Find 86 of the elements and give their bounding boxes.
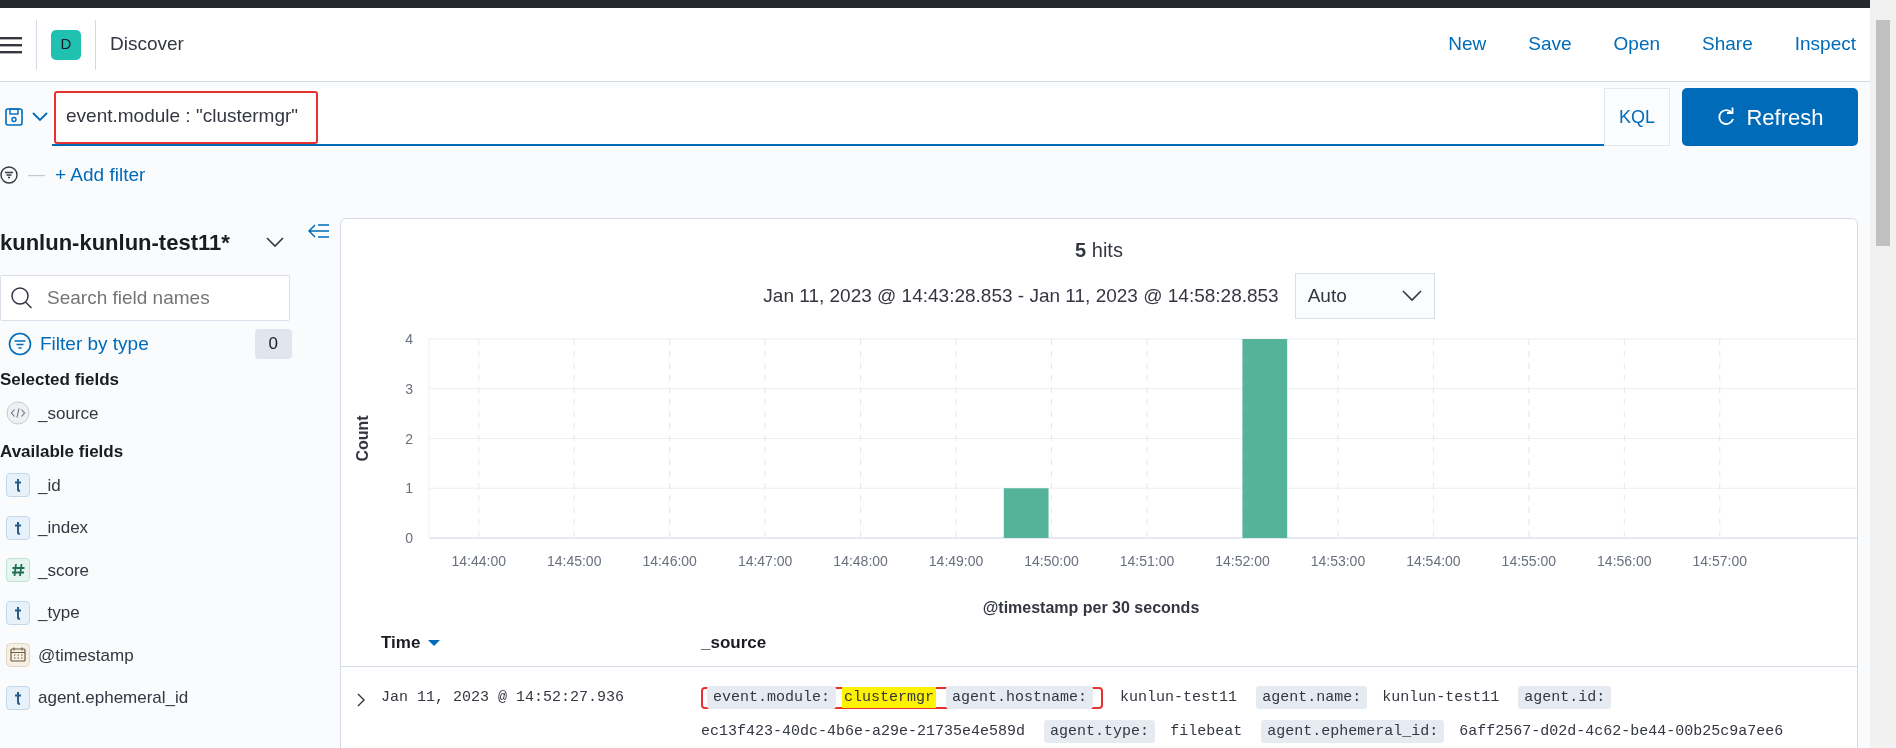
axis-tick-label: 14:49:00 (928, 553, 984, 569)
expand-chevron-icon[interactable] (356, 693, 366, 707)
filter-icon[interactable] (0, 166, 18, 184)
timestamp-cell-text: Jan 11, 2023 @ 14:52:27.936 (381, 688, 626, 708)
field-key: event.module: (707, 686, 837, 709)
field-key: agent.hostname: (946, 686, 1094, 709)
field-value: kunlun-test11 (1382, 689, 1500, 706)
header-link[interactable]: Inspect (1794, 30, 1856, 59)
field-name[interactable]: _type (38, 600, 80, 626)
header-link[interactable]: Share (1702, 30, 1753, 59)
field-key: agent.type: (1044, 720, 1156, 743)
scrollbar-thumb[interactable] (1876, 20, 1890, 246)
chevron-down-icon[interactable] (266, 237, 284, 248)
axis-tick-label: 14:47:00 (737, 553, 793, 569)
axis-tick-label: 14:56:00 (1597, 553, 1652, 569)
sort-caret-icon[interactable] (428, 638, 441, 647)
string-type-icon (6, 515, 30, 540)
column-header[interactable]: _source (701, 629, 767, 656)
header-link[interactable]: Save (1528, 30, 1572, 59)
axis-title: Count (354, 415, 371, 462)
scrollbar[interactable] (1870, 0, 1896, 748)
field-key: agent.name: (1256, 686, 1368, 709)
axis-tick-label: 14:57:00 (1692, 553, 1748, 569)
column-header[interactable]: Time (381, 629, 421, 656)
axis-tick-label: 1 (405, 480, 413, 497)
axis-tick-label: 14:52:00 (1215, 553, 1270, 569)
refresh-icon (1716, 107, 1737, 127)
header-link[interactable]: Open (1613, 30, 1661, 59)
field-name[interactable]: @timestamp (38, 642, 134, 668)
field-name[interactable]: _id (38, 472, 61, 498)
search-icon (10, 286, 34, 310)
string-type-icon (6, 600, 30, 625)
section-title: Available fields (0, 440, 125, 463)
filter-icon[interactable] (8, 331, 32, 356)
query-field[interactable]: event.module : "clustermgr" (52, 88, 1604, 144)
interval-select[interactable]: Auto (1294, 273, 1435, 319)
hits-count: 5 hits (1074, 238, 1124, 263)
string-type-icon (6, 685, 30, 710)
axis-tick-label: 0 (405, 530, 413, 546)
axis-tick-label: 14:51:00 (1119, 553, 1175, 569)
page-title: Discover (110, 32, 184, 57)
field-key: agent.ephemeral_id: (1261, 720, 1445, 743)
refresh-button[interactable]: Refresh (1682, 88, 1858, 146)
calendar-icon (6, 643, 30, 668)
axis-tick-label: 14:46:00 (642, 553, 697, 569)
chart-bar (1003, 488, 1049, 538)
field-value: 6aff2567-d02d-4c62-be44-00b25c9a7ee6 (1459, 723, 1784, 740)
header-link[interactable]: New (1448, 30, 1487, 59)
number-type-icon (6, 558, 30, 583)
axis-tick-label: 14:50:00 (1024, 553, 1079, 569)
filter-count: 0 (254, 329, 292, 359)
filter-by-type-link[interactable]: Filter by type (40, 329, 149, 358)
add-filter-link[interactable]: + Add filter (55, 160, 146, 190)
index-pattern-title[interactable]: kunlun-kunlun-test11* (0, 226, 230, 259)
collapse-icon[interactable] (308, 223, 330, 238)
query-language-button[interactable]: KQL (1603, 88, 1670, 146)
axis-tick-label: 14:54:00 (1406, 553, 1461, 569)
chevron-down-icon[interactable] (32, 112, 48, 122)
field-name[interactable]: agent.ephemeral_id (38, 685, 189, 711)
search-field[interactable]: Search field names (0, 275, 290, 321)
save-icon[interactable] (4, 107, 24, 127)
field-value: kunlun-test11 (1120, 689, 1238, 706)
field-value: ec13f423-40dc-4b6e-a29e-21735e4e589d (701, 723, 1026, 740)
axis-tick-label: 2 (405, 430, 413, 447)
axis-tick-label: 14:45:00 (546, 553, 602, 569)
field-key: agent.id: (1518, 686, 1612, 709)
axis-tick-label: 14:44:00 (451, 553, 506, 569)
string-type-icon (6, 473, 30, 498)
menu-icon[interactable] (0, 35, 22, 54)
field-value: filebeat (1170, 723, 1243, 740)
axis-tick-label: 3 (405, 380, 413, 397)
chevron-down-icon (1401, 290, 1422, 302)
code-icon (6, 401, 30, 426)
axis-title: @timestamp per 30 seconds (982, 599, 1200, 616)
filter-separator: — (28, 164, 45, 187)
axis-tick-label: 4 (405, 331, 413, 347)
field-name[interactable]: _index (38, 515, 89, 541)
section-title: Selected fields (0, 368, 121, 391)
time-range: Jan 11, 2023 @ 14:43:28.853 - Jan 11, 2023 @ 14:58:28.853 (763, 283, 1279, 308)
field-name[interactable]: _source (38, 400, 99, 426)
axis-tick-label: 14:53:00 (1310, 553, 1366, 569)
field-name[interactable]: _score (38, 557, 90, 583)
highlighted-value: clustermgr (842, 687, 937, 708)
axis-tick-label: 14:48:00 (833, 553, 888, 569)
space-avatar[interactable]: D (51, 29, 81, 60)
axis-tick-label: 14:55:00 (1501, 553, 1557, 569)
